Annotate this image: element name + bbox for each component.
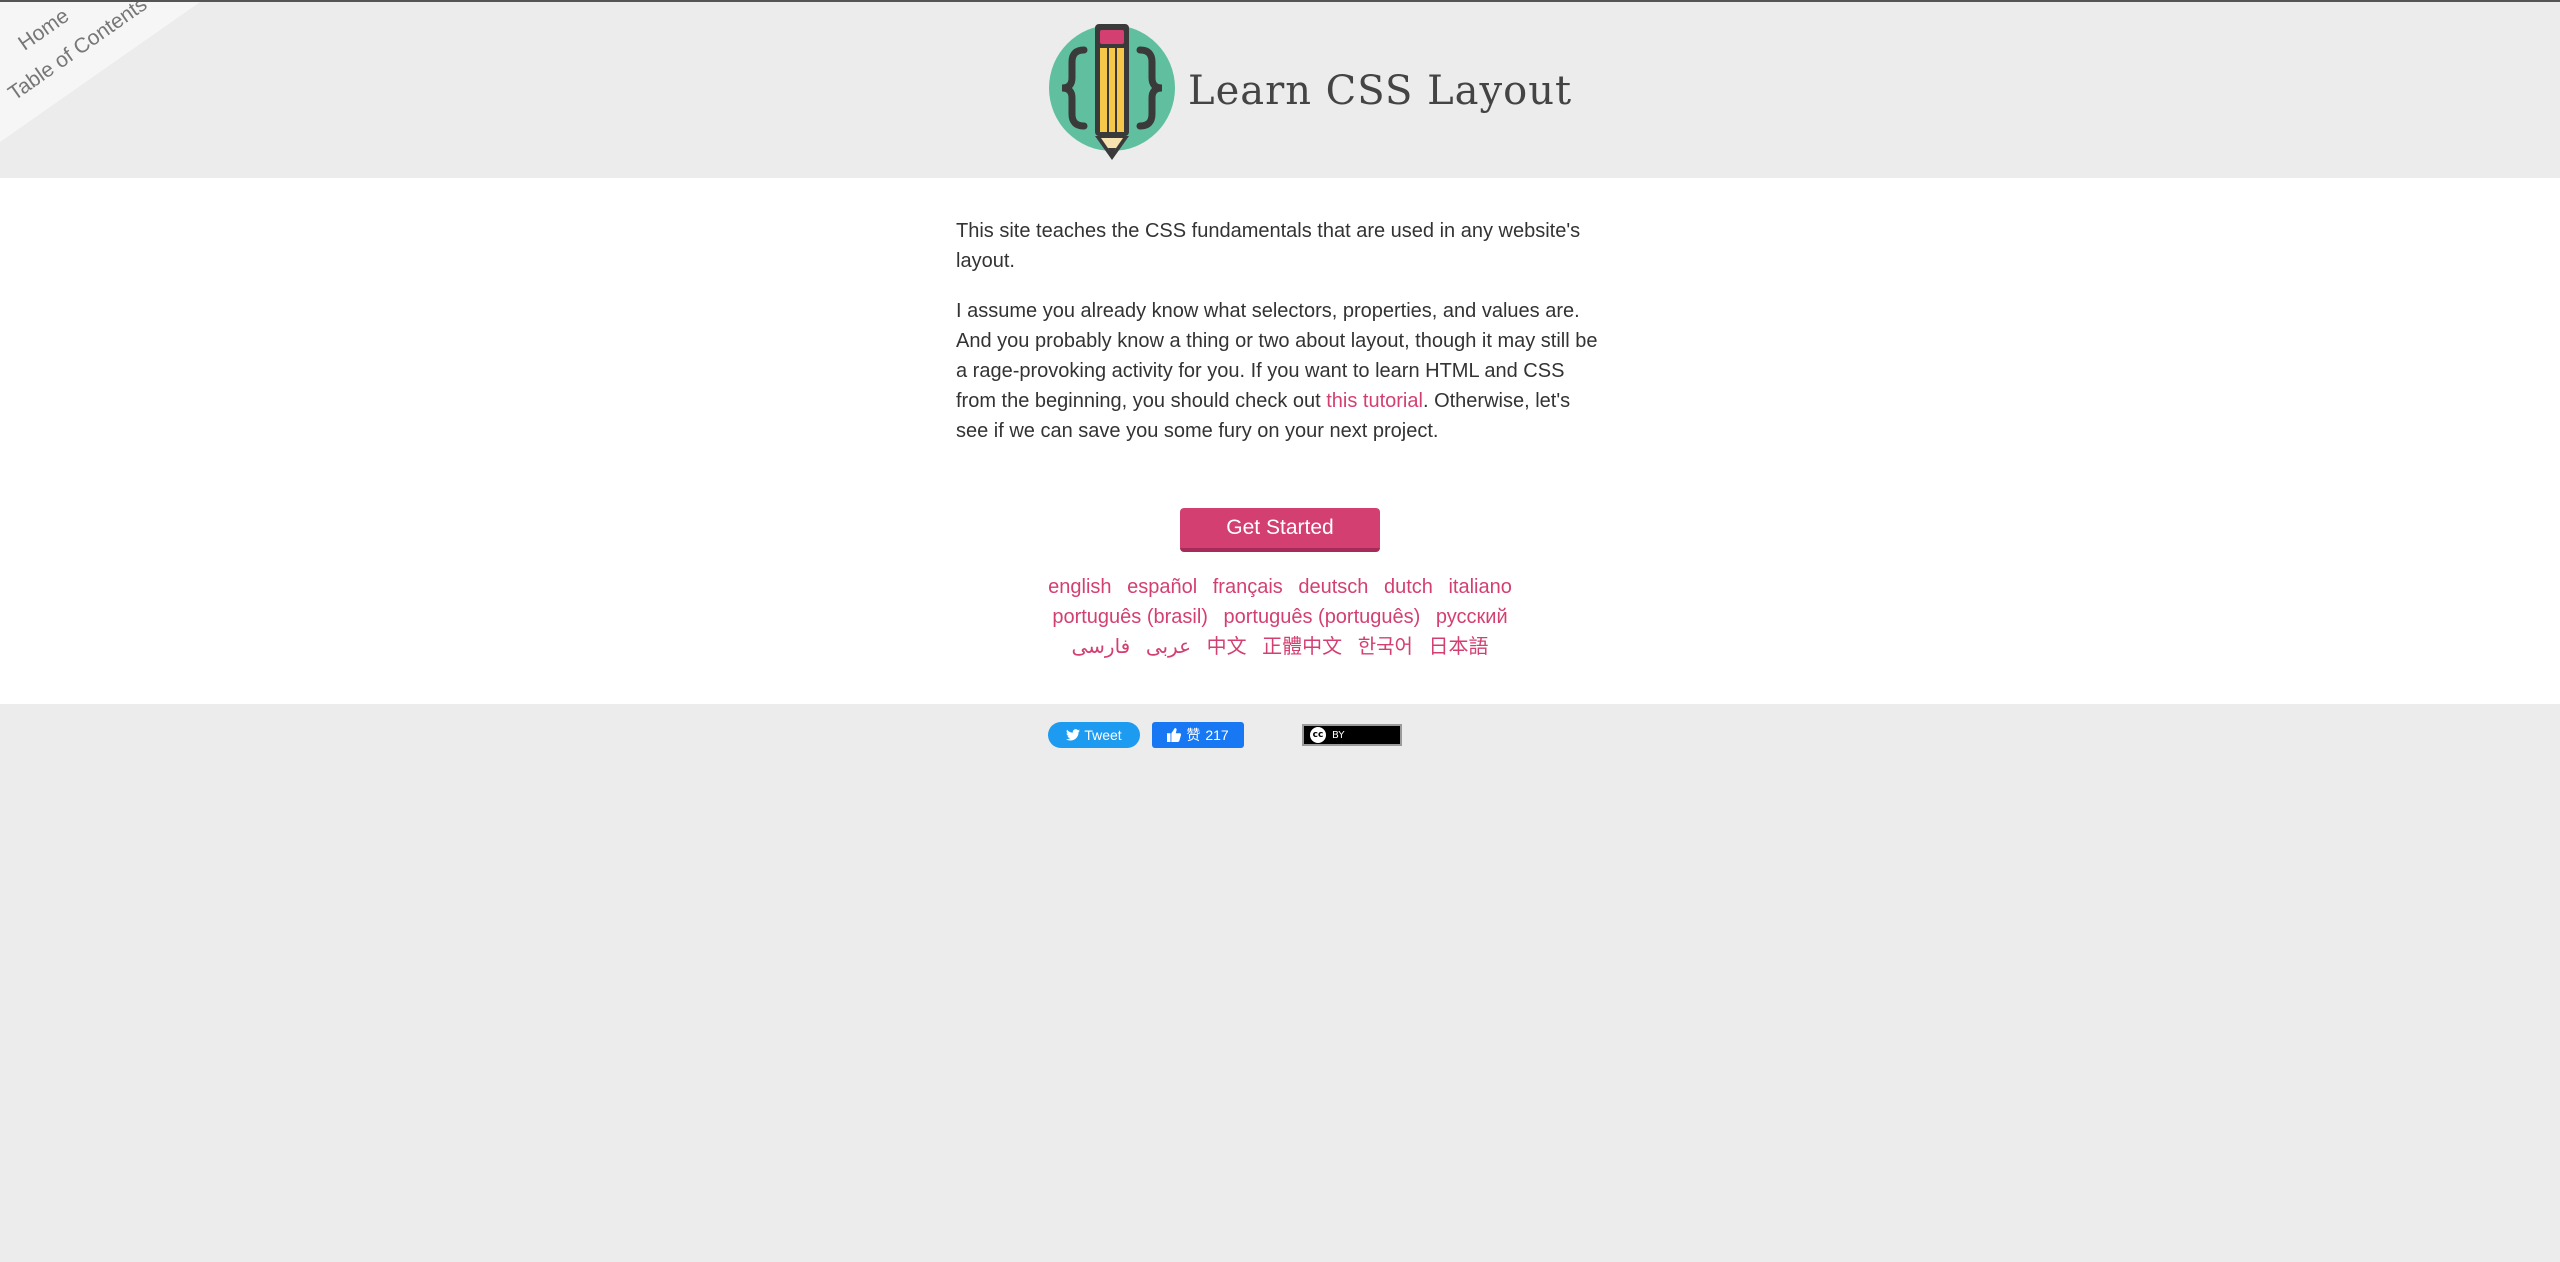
lang-francais[interactable]: français xyxy=(1213,576,1283,598)
site-footer: Tweet 赞 217 cc BY xyxy=(0,704,2560,1262)
like-count: 217 xyxy=(1205,727,1229,743)
license-by-label: BY xyxy=(1332,729,1345,741)
tutorial-link[interactable]: this tutorial xyxy=(1326,390,1423,412)
main-content: This site teaches the CSS fundamentals t… xyxy=(0,178,2560,704)
language-row-2: português (brasil) português (português)… xyxy=(980,602,1580,632)
intro-text: This site teaches the CSS fundamentals t… xyxy=(956,216,1606,466)
lang-russian[interactable]: русский xyxy=(1436,606,1508,628)
language-row-1: english español français deutsch dutch i… xyxy=(980,572,1580,602)
intro-paragraph-1: This site teaches the CSS fundamentals t… xyxy=(956,220,1581,272)
facebook-like-button[interactable]: 赞 217 xyxy=(1152,722,1244,748)
lang-arabic[interactable]: عربى xyxy=(1146,636,1191,658)
pencil-braces-logo-icon xyxy=(1049,24,1175,160)
twitter-bird-icon xyxy=(1066,729,1081,741)
lang-dutch[interactable]: dutch xyxy=(1384,576,1433,598)
language-row-3: عربى فارسی 中文 正體中文 한국어 日本語 xyxy=(980,632,1580,662)
lang-japanese[interactable]: 日本語 xyxy=(1428,636,1488,658)
lang-english[interactable]: english xyxy=(1048,576,1111,598)
site-logo[interactable]: Learn CSS Layout xyxy=(1048,20,1571,160)
lang-portugues-brasil[interactable]: português (brasil) xyxy=(1052,606,1208,628)
like-label: 赞 xyxy=(1186,727,1201,743)
lang-portugues-portugues[interactable]: português (português) xyxy=(1224,606,1421,628)
tweet-label: Tweet xyxy=(1084,727,1122,743)
lang-korean[interactable]: 한국어 xyxy=(1358,636,1413,658)
creative-commons-icon: cc xyxy=(1310,727,1326,743)
lang-italiano[interactable]: italiano xyxy=(1448,576,1511,598)
get-started-button[interactable]: Get Started xyxy=(1180,508,1380,552)
lang-farsi[interactable]: فارسی xyxy=(1072,636,1131,658)
lang-espanol[interactable]: español xyxy=(1127,576,1197,598)
site-header: Home Table of Contents Learn CSS Layout xyxy=(0,2,2560,178)
lang-chinese-traditional[interactable]: 正體中文 xyxy=(1262,636,1342,658)
creative-commons-badge[interactable]: cc BY xyxy=(1302,724,1402,746)
language-list: english español français deutsch dutch i… xyxy=(980,572,1580,662)
lang-chinese-simplified[interactable]: 中文 xyxy=(1207,636,1247,658)
tweet-button[interactable]: Tweet xyxy=(1048,722,1140,748)
corner-nav: Home Table of Contents xyxy=(0,2,200,142)
site-title: Learn CSS Layout xyxy=(1188,68,1573,114)
lang-deutsch[interactable]: deutsch xyxy=(1298,576,1368,598)
thumbs-up-icon xyxy=(1167,728,1182,742)
intro-paragraph-2: I assume you already know what selectors… xyxy=(956,296,1606,446)
